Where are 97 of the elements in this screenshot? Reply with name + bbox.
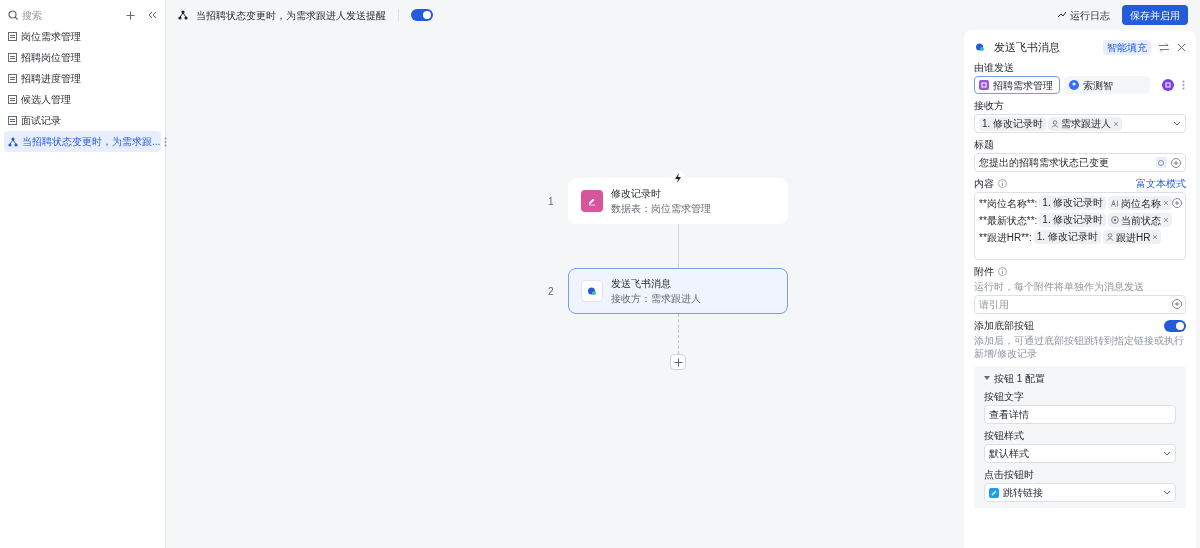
info-icon	[998, 179, 1007, 188]
person-icon	[1051, 119, 1060, 128]
add-step-button[interactable]	[670, 354, 686, 370]
app-icon	[979, 80, 989, 90]
button-text-field[interactable]: 查看详情	[984, 405, 1176, 424]
person-icon	[1105, 233, 1114, 241]
add-circle-icon[interactable]	[1172, 299, 1182, 309]
step-tag: 1. 修改记录时	[1039, 213, 1107, 227]
content-text: **岗位名称**:	[979, 196, 1038, 210]
content-text: **跟进HR**:	[979, 230, 1032, 244]
subject-field[interactable]: 您提出的招聘需求状态已变更	[974, 153, 1186, 172]
more-icon[interactable]	[1182, 80, 1185, 90]
remove-icon[interactable]	[1152, 234, 1159, 240]
sidebar-item[interactable]: 面试记录	[4, 110, 161, 131]
caret-down-icon	[984, 375, 990, 381]
node-title: 发送飞书消息	[611, 277, 672, 291]
field-label: 标题	[974, 138, 994, 151]
workflow-icon	[8, 136, 18, 147]
chat-bubble-icon	[581, 280, 603, 302]
workflow-node[interactable]: 修改记录时 数据表：岗位需求管理	[568, 178, 788, 224]
table-icon	[8, 74, 17, 83]
remove-icon[interactable]	[1163, 217, 1170, 223]
field-label: 添加底部按钮	[974, 319, 1034, 332]
lightning-icon	[671, 171, 685, 185]
step-tag: 1. 修改记录时	[1039, 196, 1107, 210]
workflow-title: 当招聘状态变更时，为需求跟进人发送提醒	[196, 8, 386, 23]
table-icon	[8, 95, 17, 104]
table-icon	[8, 32, 17, 41]
toggle-switch[interactable]	[411, 9, 433, 21]
content-text: **最新状态**:	[979, 213, 1038, 227]
toggle-switch[interactable]	[1164, 319, 1186, 332]
swap-icon[interactable]	[1159, 42, 1169, 52]
sidebar-item[interactable]: 岗位需求管理	[4, 26, 161, 47]
field-tag: 跟进HR	[1102, 230, 1162, 244]
node-subtitle: 数据表：岗位需求管理	[611, 202, 711, 216]
field-label: 按钮样式	[984, 429, 1025, 442]
field-tag: 岗位名称	[1108, 196, 1173, 210]
remove-icon[interactable]	[1113, 120, 1120, 127]
avatar-icon	[1069, 80, 1079, 90]
table-icon	[8, 116, 17, 125]
receiver-field[interactable]: 1. 修改记录时 需求跟进人	[974, 114, 1186, 133]
sidebar-item[interactable]: 招聘岗位管理	[4, 47, 161, 68]
field-label: 由谁发送	[974, 61, 1014, 74]
workflow-node[interactable]: 发送飞书消息 接收方：需求跟进人	[568, 268, 788, 314]
content-field[interactable]: **岗位名称**: 1. 修改记录时 岗位名称 **最新状态**: 1. 修改记录时 当前状态 **跟进HR**: 1. 修改记录时 跟进HR	[974, 192, 1186, 260]
workflow-icon	[178, 10, 188, 20]
run-log-button[interactable]: 运行日志	[1054, 6, 1114, 24]
close-icon[interactable]	[1177, 42, 1186, 52]
table-icon	[8, 53, 17, 62]
search-icon	[8, 10, 18, 20]
sender-option[interactable]: 索测智	[1064, 76, 1150, 94]
link-icon	[989, 487, 999, 498]
collapse-icon[interactable]	[147, 10, 157, 20]
add-circle-icon[interactable]	[1171, 157, 1181, 168]
variable-icon[interactable]	[1156, 157, 1167, 168]
field-label: 接收方	[974, 99, 1004, 112]
add-icon[interactable]	[126, 10, 135, 20]
search-field[interactable]: 搜索	[22, 7, 112, 23]
panel-title: 发送飞书消息	[994, 40, 1060, 54]
hint-text: 添加后，可通过底部按钮跳转到指定链接或执行新增/修改记录	[974, 334, 1185, 360]
section-toggle[interactable]: 按钮 1 配置	[984, 371, 1176, 385]
rich-text-mode-link[interactable]: 富文本模式	[1136, 177, 1186, 190]
field-label: 按钮文字	[984, 390, 1025, 403]
node-subtitle: 接收方：需求跟进人	[611, 292, 701, 306]
sidebar-item[interactable]: 候选人管理	[4, 89, 161, 110]
chevron-down-icon	[1163, 451, 1171, 456]
status-icon	[1111, 216, 1120, 224]
field-label: 点击按钮时	[984, 468, 1035, 481]
button-style-select[interactable]: 默认样式	[984, 444, 1176, 463]
chart-line-icon	[1058, 12, 1066, 18]
text-field-icon	[1111, 199, 1120, 207]
node-title: 修改记录时	[611, 187, 662, 201]
chevron-down-icon	[1163, 490, 1171, 495]
step-tag: 1. 修改记录时	[979, 116, 1047, 131]
click-action-select[interactable]: 跳转链接	[984, 483, 1176, 502]
app-icon[interactable]	[1162, 79, 1174, 91]
smart-fill-button[interactable]: 智能填充	[1103, 39, 1151, 55]
sidebar-item[interactable]: 招聘进度管理	[4, 68, 161, 89]
step-number: 2	[548, 284, 554, 299]
hint-text: 运行时，每个附件将单独作为消息发送	[974, 280, 1145, 293]
chevron-down-icon	[1173, 121, 1181, 126]
plus-icon	[673, 357, 683, 367]
edit-icon	[581, 190, 603, 212]
save-button[interactable]: 保存并启用	[1122, 5, 1188, 25]
field-tag: 当前状态	[1108, 213, 1173, 227]
step-tag: 1. 修改记录时	[1033, 230, 1101, 244]
add-circle-icon[interactable]	[1172, 198, 1183, 208]
more-icon[interactable]	[164, 136, 168, 147]
field-label: 内容	[974, 177, 994, 190]
step-number: 1	[548, 194, 554, 209]
field-tag: 需求跟进人	[1048, 116, 1123, 131]
sender-option[interactable]: 招聘需求管理	[974, 76, 1060, 94]
info-icon	[998, 267, 1007, 276]
chat-bubble-icon	[974, 41, 986, 53]
attachment-field[interactable]: 请引用	[974, 295, 1186, 314]
field-label: 附件	[974, 265, 994, 278]
remove-icon[interactable]	[1163, 200, 1170, 206]
